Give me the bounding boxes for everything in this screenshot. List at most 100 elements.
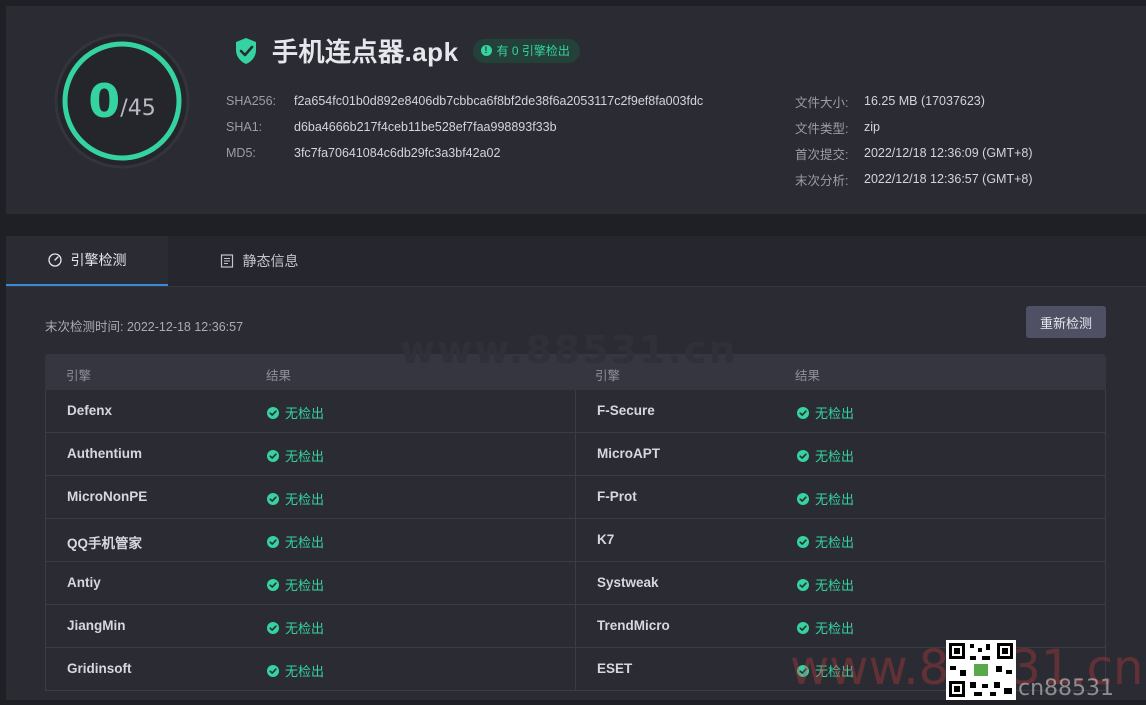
tab-label: 引擎检测 xyxy=(70,252,127,268)
last-scan-time: 末次检测时间: 2022-12-18 12:36:57 xyxy=(45,320,244,334)
result-label: 无检出 xyxy=(815,621,855,636)
hash-label: SHA1: xyxy=(226,120,263,134)
engine-name: Gridinsoft xyxy=(67,661,132,676)
check-circle-icon xyxy=(267,492,279,505)
column-header-result: 结果 xyxy=(795,369,821,383)
engine-cell: MicroAPT 无检出 xyxy=(575,433,1106,476)
result-label: 无检出 xyxy=(285,621,325,636)
table-row: Antiy 无检出 Systweak 无检出 xyxy=(45,562,1106,605)
engine-total: /45 xyxy=(120,95,156,121)
engine-cell: Gridinsoft 无检出 xyxy=(45,648,575,691)
engine-name: K7 xyxy=(597,532,615,547)
hash-row-md5: MD5: 3fc7fa70641084c6db29fc3a3bf42a02 xyxy=(226,140,703,166)
result-label: 无检出 xyxy=(285,449,325,464)
check-circle-icon xyxy=(797,578,809,591)
result-label: 无检出 xyxy=(815,578,855,593)
result-label: 无检出 xyxy=(815,492,855,507)
result-status: 无检出 xyxy=(267,532,324,551)
engine-name: Systweak xyxy=(597,575,659,590)
result-status: 无检出 xyxy=(797,403,854,422)
column-header-result: 结果 xyxy=(266,369,292,383)
detection-badge: ! 有 0 引擎检出 xyxy=(472,38,580,63)
hash-value[interactable]: d6ba4666b217f4ceb11be528ef7faa998893f33b xyxy=(294,120,557,134)
result-label: 无检出 xyxy=(285,406,325,421)
check-circle-icon xyxy=(267,406,279,419)
engine-cell: JiangMin 无检出 xyxy=(45,605,575,648)
engine-cell: Defenx 无检出 xyxy=(45,390,575,433)
hash-value[interactable]: 3fc7fa70641084c6db29fc3a3bf42a02 xyxy=(294,146,500,160)
file-info-list: 文件大小: 16.25 MB (17037623) 文件类型: zip 首次提交… xyxy=(795,88,1033,192)
qr-code-icon xyxy=(946,640,1016,700)
rescan-button[interactable]: 重新检测 xyxy=(1026,306,1106,338)
tab-engine-detection[interactable]: 引擎检测 xyxy=(6,236,168,286)
info-value: 2022/12/18 12:36:09 (GMT+8) xyxy=(864,146,1033,160)
file-summary-card: 0 /45 手机连点器.apk ! 有 0 引擎检出 SHA256: f2a65… xyxy=(6,6,1146,214)
result-status: 无检出 xyxy=(797,618,854,637)
result-status: 无检出 xyxy=(267,661,324,680)
hash-label: MD5: xyxy=(226,146,256,160)
result-status: 无检出 xyxy=(267,489,324,508)
result-label: 无检出 xyxy=(285,492,325,507)
engine-cell: F-Secure 无检出 xyxy=(575,390,1106,433)
hash-list: SHA256: f2a654fc01b0d892e8406db7cbbca6f8… xyxy=(226,88,703,166)
tab-label: 静态信息 xyxy=(242,253,299,269)
table-row: Authentium 无检出 MicroAPT 无检出 xyxy=(45,433,1106,476)
engine-name: Defenx xyxy=(67,403,113,418)
tab-static-info[interactable]: 静态信息 xyxy=(204,236,314,286)
result-status: 无检出 xyxy=(797,575,854,594)
engine-name: Antiy xyxy=(67,575,101,590)
info-row-last-analysis: 末次分析: 2022/12/18 12:36:57 (GMT+8) xyxy=(795,166,1033,192)
table-row: QQ手机管家 无检出 K7 无检出 xyxy=(45,519,1106,562)
table-row: Defenx 无检出 F-Secure 无检出 xyxy=(45,390,1106,433)
result-label: 无检出 xyxy=(285,664,325,679)
info-row-type: 文件类型: zip xyxy=(795,114,1033,140)
check-circle-icon xyxy=(797,449,809,462)
result-label: 无检出 xyxy=(815,406,855,421)
engine-name: ESET xyxy=(597,661,633,676)
engine-cell: QQ手机管家 无检出 xyxy=(45,519,575,562)
result-label: 无检出 xyxy=(285,535,325,550)
tab-bar: 引擎检测 静态信息 xyxy=(6,236,1146,287)
engine-name: Authentium xyxy=(67,446,142,461)
badge-label: 有 0 引擎检出 xyxy=(496,44,570,58)
hash-value[interactable]: f2a654fc01b0d892e8406db7cbbca6f8bf2de38f… xyxy=(294,94,703,108)
engine-cell: Authentium 无检出 xyxy=(45,433,575,476)
result-status: 无检出 xyxy=(267,403,324,422)
info-value: zip xyxy=(864,120,880,134)
file-name: 手机连点器.apk xyxy=(272,37,459,67)
document-icon xyxy=(220,254,233,268)
result-status: 无检出 xyxy=(797,532,854,551)
engine-name: MicroAPT xyxy=(597,446,661,461)
engine-cell: F-Prot 无检出 xyxy=(575,476,1106,519)
result-status: 无检出 xyxy=(797,446,854,465)
detection-gauge: 0 /45 xyxy=(54,33,190,169)
result-status: 无检出 xyxy=(797,489,854,508)
hash-label: SHA256: xyxy=(226,94,277,108)
info-row-size: 文件大小: 16.25 MB (17037623) xyxy=(795,88,1033,114)
result-status: 无检出 xyxy=(267,618,324,637)
info-icon: ! xyxy=(480,45,492,56)
result-label: 无检出 xyxy=(285,578,325,593)
detection-count: 0 xyxy=(88,74,121,128)
column-header-engine: 引擎 xyxy=(66,369,92,383)
result-status: 无检出 xyxy=(267,446,324,465)
info-row-first-submit: 首次提交: 2022/12/18 12:36:09 (GMT+8) xyxy=(795,140,1033,166)
engine-name: MicroNonPE xyxy=(67,489,148,504)
hash-row-sha1: SHA1: d6ba4666b217f4ceb11be528ef7faa9988… xyxy=(226,114,703,140)
engine-cell: Antiy 无检出 xyxy=(45,562,575,605)
engine-name: F-Prot xyxy=(597,489,637,504)
file-title-row: 手机连点器.apk ! 有 0 引擎检出 xyxy=(234,32,580,69)
result-label: 无检出 xyxy=(815,449,855,464)
hash-row-sha256: SHA256: f2a654fc01b0d892e8406db7cbbca6f8… xyxy=(226,88,703,114)
check-circle-icon xyxy=(797,535,809,548)
engine-name: QQ手机管家 xyxy=(67,536,143,551)
engine-cell: K7 无检出 xyxy=(575,519,1106,562)
check-circle-icon xyxy=(267,664,279,677)
info-value: 2022/12/18 12:36:57 (GMT+8) xyxy=(864,172,1033,186)
info-value: 16.25 MB (17037623) xyxy=(864,94,985,108)
shield-check-icon xyxy=(236,37,256,64)
result-label: 无检出 xyxy=(815,535,855,550)
check-circle-icon xyxy=(267,449,279,462)
engine-cell: MicroNonPE 无检出 xyxy=(45,476,575,519)
check-circle-icon xyxy=(267,578,279,591)
